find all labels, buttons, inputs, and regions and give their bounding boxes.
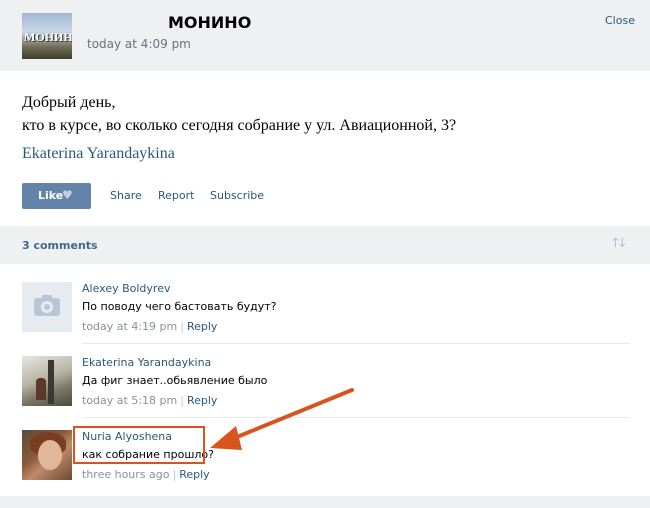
- annotation-arrow-icon: [210, 388, 354, 450]
- footer-bar: [0, 496, 650, 508]
